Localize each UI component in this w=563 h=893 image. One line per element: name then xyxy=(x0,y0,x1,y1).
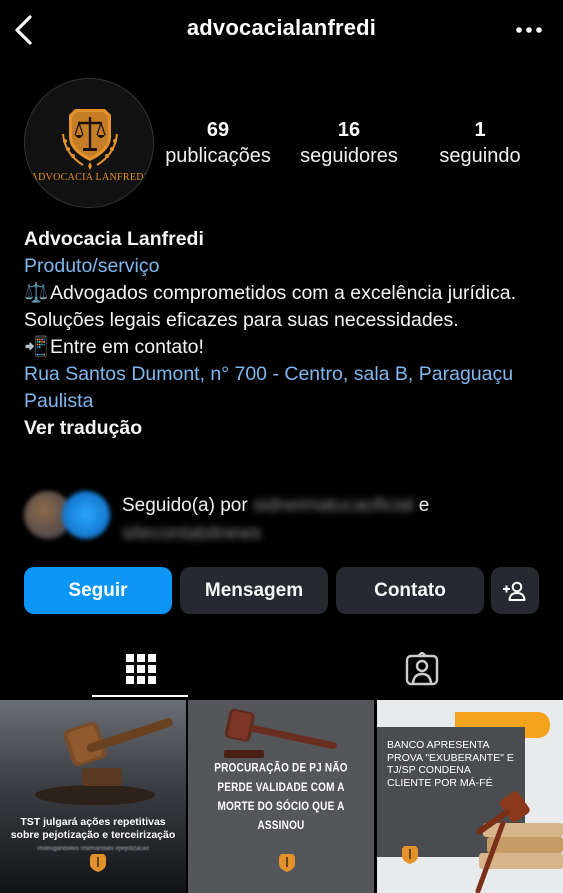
tagged-person-icon xyxy=(405,652,439,686)
bio-line-1: ⚖️Advogados comprometidos com a excelênc… xyxy=(24,280,544,334)
followed-by-connector: e xyxy=(418,495,430,516)
follower-username-2: sitecontabilnews xyxy=(122,523,262,544)
message-button[interactable]: Mensagem xyxy=(180,567,328,614)
scales-shield-logo xyxy=(62,109,118,170)
stat-posts[interactable]: 69 publicações xyxy=(158,118,278,170)
top-bar: advocacialanfredi xyxy=(0,0,563,60)
following-count: 1 xyxy=(474,119,486,141)
scales-emoji: ⚖️ xyxy=(24,282,49,304)
profile-username: advocacialanfredi xyxy=(186,15,377,40)
post-thumbnail-1[interactable]: TST julgará ações repetitivas sobre pejo… xyxy=(0,700,186,893)
active-tab-indicator xyxy=(92,695,188,697)
bio-line-2: 📲Entre em contato! xyxy=(24,334,544,361)
follow-button[interactable]: Seguir xyxy=(24,567,172,614)
see-translation-link[interactable]: Ver tradução xyxy=(24,415,544,442)
post-1-caption: TST julgará ações repetitivas sobre pejo… xyxy=(10,816,176,841)
followers-label: seguidores xyxy=(300,145,398,167)
brand-logo-icon xyxy=(402,846,418,864)
posts-label: publicações xyxy=(165,145,271,167)
gavel-image xyxy=(35,718,173,805)
more-horizontal-icon xyxy=(516,27,542,33)
post-3-caption: BANCO APRESENTA PROVA "EXUBERANTE" E TJ/… xyxy=(387,739,514,789)
books-gavel-image xyxy=(475,791,563,893)
followed-by-prefix: Seguido(a) por xyxy=(122,495,248,516)
followed-by-row[interactable]: Seguido(a) por sidneimatucaoficial e sit… xyxy=(24,488,544,548)
brand-logo-icon xyxy=(279,854,295,872)
profile-address-link[interactable]: Rua Santos Dumont, n° 700 - Centro, sala… xyxy=(24,361,544,415)
followed-by-text: Seguido(a) por sidneimatucaoficial e sit… xyxy=(122,492,542,548)
following-label: seguindo xyxy=(439,145,521,167)
suggest-users-button[interactable] xyxy=(491,567,539,614)
brand-logo-icon xyxy=(90,854,106,872)
tab-posts-grid[interactable] xyxy=(0,640,282,698)
profile-category[interactable]: Produto/serviço xyxy=(24,253,544,280)
profile-bio: Advocacia Lanfredi Produto/serviço ⚖️Adv… xyxy=(24,226,544,442)
bio-text-1: Advogados comprometidos com a excelência… xyxy=(24,282,517,331)
post-thumbnail-3[interactable]: BANCO APRESENTA PROVA "EXUBERANTE" E TJ/… xyxy=(377,700,563,893)
grid-icon xyxy=(126,654,156,684)
stat-followers[interactable]: 16 seguidores xyxy=(292,118,406,170)
contact-button[interactable]: Contato xyxy=(336,567,484,614)
follower-username-1: sidneimatucaoficial xyxy=(252,495,414,516)
post-thumbnail-2[interactable]: PROCURAÇÃO DE PJ NÃO PERDE VALIDADE COM … xyxy=(188,700,374,893)
profile-avatar[interactable]: ADVOCACIA LANFREDI xyxy=(24,78,154,208)
posts-count: 69 xyxy=(206,119,230,141)
add-user-icon xyxy=(503,581,526,601)
stat-following[interactable]: 1 seguindo xyxy=(428,118,532,170)
more-options-button[interactable] xyxy=(513,18,545,42)
tab-tagged[interactable] xyxy=(281,640,563,698)
avatar-brand-text: ADVOCACIA LANFREDI xyxy=(30,172,148,183)
post-2-caption: PROCURAÇÃO DE PJ NÃO PERDE VALIDADE COM … xyxy=(214,762,348,833)
follower-avatar-2 xyxy=(62,491,110,539)
bio-text-2: Entre em contato! xyxy=(50,336,204,358)
profile-display-name: Advocacia Lanfredi xyxy=(24,228,204,250)
phone-emoji: 📲 xyxy=(24,336,49,358)
followers-count: 16 xyxy=(337,119,361,141)
